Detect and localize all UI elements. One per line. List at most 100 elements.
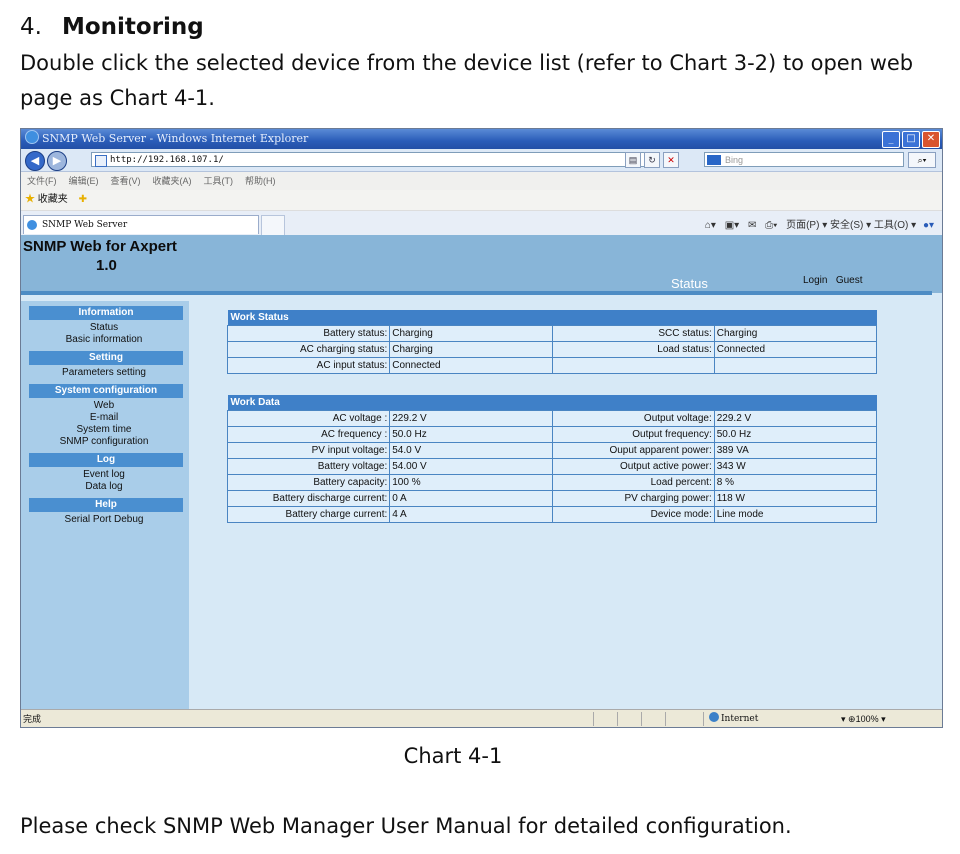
login-link[interactable]: Login (803, 275, 827, 286)
table-label: Battery charge current: (226, 506, 391, 523)
table-row: Battery charge current: 4 A Device mode: Li… (226, 506, 878, 523)
table-label: Battery capacity: (226, 474, 391, 491)
url-text: http://192.168.107.1/ (110, 155, 224, 165)
sidebar-link[interactable]: Status (21, 322, 189, 334)
add-favorite-icon[interactable]: ✚ (79, 194, 87, 205)
menu-item[interactable]: 工具(T) (204, 176, 234, 186)
table-value: 54.00 V (389, 458, 553, 475)
table-value: Charging (389, 341, 553, 358)
refresh-icon[interactable]: ↻ (644, 152, 660, 168)
page-header: SNMP Web for Axpert 1.0 Status Login Gue… (21, 235, 942, 295)
address-bar: ◀ ▶ http://192.168.107.1/ ▤ ↻ ✕ Bing ⌕▾ (21, 149, 942, 172)
status-separator (665, 712, 666, 726)
stop-icon[interactable]: ✕ (663, 152, 679, 168)
bing-icon (707, 155, 721, 165)
zoom-level[interactable]: ▾ ⊕100% ▾ (841, 710, 886, 727)
star-icon: ★ (25, 194, 35, 205)
doc-paragraph: Double click the selected device from th… (20, 51, 914, 110)
feeds-icon[interactable]: ▣▾ (725, 220, 739, 231)
table-value: 100 % (389, 474, 553, 491)
ie-icon (25, 130, 39, 144)
menu-item[interactable]: 文件(F) (27, 176, 57, 186)
ie-tab-icon (27, 220, 37, 230)
status-separator (593, 712, 594, 726)
menu-item[interactable]: 编辑(E) (69, 176, 99, 186)
sidebar-link[interactable]: Parameters setting (21, 367, 189, 379)
page-icon (95, 155, 107, 167)
mail-icon[interactable]: ✉ (748, 220, 756, 231)
search-icon[interactable]: ⌕▾ (908, 152, 936, 168)
sidebar-link[interactable]: Web (21, 400, 189, 412)
table-value: 50.0 Hz (713, 426, 878, 443)
sidebar-link[interactable]: Event log (21, 469, 189, 481)
table-label: AC frequency : (226, 426, 391, 443)
security-zone[interactable]: Internet (709, 710, 758, 727)
new-tab-button[interactable] (261, 215, 285, 236)
table-label: Output active power: (551, 458, 715, 475)
sidebar-link[interactable]: Serial Port Debug (21, 514, 189, 526)
compat-icon[interactable]: ▤ (625, 152, 641, 168)
close-button[interactable]: ✕ (922, 131, 940, 148)
browser-screenshot: SNMP Web Server - Windows Internet Explo… (20, 128, 943, 728)
tab-snmp-web-server[interactable]: SNMP Web Server (23, 215, 259, 234)
search-input[interactable]: Bing (704, 152, 904, 167)
home-icon[interactable]: ⌂▾ (705, 220, 716, 231)
doc-heading: 4. Monitoring (20, 14, 204, 40)
table-label: PV input voltage: (226, 442, 391, 459)
table-label: Battery status: (226, 325, 391, 342)
status-text: 完成 (23, 714, 42, 724)
help-icon[interactable]: ●▾ (923, 220, 934, 231)
table-value: 229.2 V (713, 410, 878, 427)
sidebar-link[interactable]: System time (21, 424, 189, 436)
table-row: AC voltage :229.2 V Output voltage: 229.2 … (226, 410, 878, 427)
table-label: Output voltage: (551, 410, 715, 427)
table-value: Charging (713, 325, 878, 342)
table-value: 118 W (713, 490, 878, 507)
sidebar-section-header: Information (29, 306, 183, 320)
work-status-table: Work Status Battery status: Charging SCC s… (226, 310, 878, 374)
chart-caption: Chart 4-1 (403, 744, 503, 768)
table-label: Ouput apparent power: (551, 442, 715, 459)
print-icon[interactable]: ⎙▾ (765, 220, 777, 231)
menu-bar: 文件(F) 编辑(E) 查看(V) 收藏夹(A) 工具(T) 帮助(H) (21, 172, 942, 190)
forward-icon[interactable]: ▶ (47, 151, 67, 171)
favorites-button[interactable]: 收藏夹 (38, 194, 68, 205)
table-value: Charging (389, 325, 553, 342)
tab-bar: SNMP Web Server ⌂▾ ▣▾ ✉ ⎙▾ 页面(P) ▾ 安全(S)… (21, 211, 942, 236)
brand-title: SNMP Web for Axpert 1.0 (23, 237, 177, 275)
globe-icon (709, 712, 719, 722)
zoom-text: 100% (855, 714, 879, 724)
work-data-table: Work Data AC voltage :229.2 V Output volt… (226, 395, 878, 523)
status-separator (641, 712, 642, 726)
web-page: SNMP Web for Axpert 1.0 Status Login Gue… (21, 235, 942, 709)
menu-item[interactable]: 查看(V) (111, 176, 141, 186)
menu-item[interactable]: 帮助(H) (245, 176, 276, 186)
login-info: Login Guest (803, 275, 863, 286)
sidebar-link[interactable]: E-mail (21, 412, 189, 424)
table-value: 8 % (713, 474, 878, 491)
maximize-button[interactable]: □ (902, 131, 920, 148)
back-icon[interactable]: ◀ (25, 151, 45, 171)
table-row: Battery voltage: 54.00 V Output active pow… (226, 458, 878, 475)
status-tab[interactable]: Status (671, 276, 708, 291)
table-value: Connected (713, 341, 878, 358)
table-value: 54.0 V (389, 442, 553, 459)
heading-text: Monitoring (61, 14, 204, 40)
table-value: 4 A (389, 506, 553, 523)
sidebar-link[interactable]: Data log (21, 481, 189, 493)
table-value: 229.2 V (389, 410, 553, 427)
table-row: AC input status: Connected (226, 357, 878, 374)
table-label: Output frequency: (551, 426, 715, 443)
url-input[interactable]: http://192.168.107.1/ (91, 152, 647, 167)
sidebar-link[interactable]: SNMP configuration (21, 436, 189, 448)
login-user: Guest (835, 275, 863, 286)
sidebar-link[interactable]: Basic information (21, 334, 189, 346)
sidebar-section-header: Help (29, 498, 183, 512)
minimize-button[interactable]: _ (882, 131, 900, 148)
table-value: 0 A (389, 490, 553, 507)
window-title: SNMP Web Server - Windows Internet Explo… (42, 132, 309, 145)
table-label: Load percent: (551, 474, 715, 491)
command-menus[interactable]: 页面(P) ▾ 安全(S) ▾ 工具(O) ▾ (786, 220, 916, 231)
menu-item[interactable]: 收藏夹(A) (153, 176, 192, 186)
favorites-bar: ★ 收藏夹 ✚ (21, 190, 942, 211)
